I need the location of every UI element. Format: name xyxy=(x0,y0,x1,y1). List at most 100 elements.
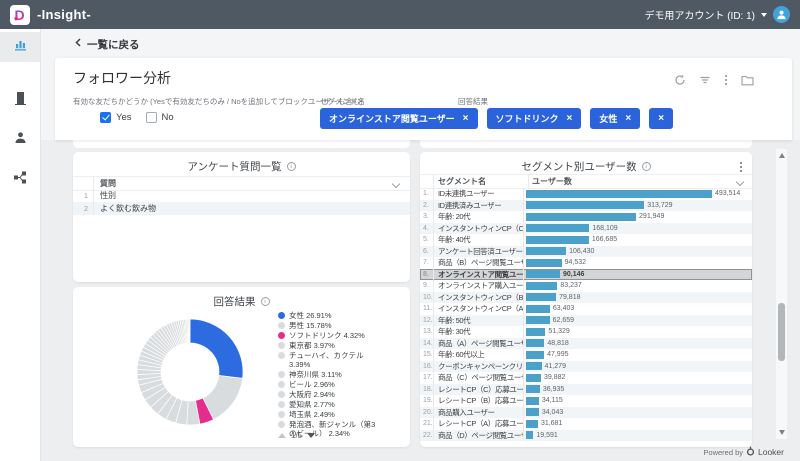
bar[interactable] xyxy=(526,304,550,313)
scroll-down-icon[interactable] xyxy=(778,430,785,435)
bar[interactable] xyxy=(526,235,589,244)
page-up-icon[interactable] xyxy=(278,433,286,438)
bar[interactable] xyxy=(526,373,542,382)
filter-chip[interactable]: ソフトドリンク × xyxy=(486,108,582,129)
question-row[interactable]: 2 よく飲む飲み物 xyxy=(73,202,410,215)
filter-chip[interactable]: × xyxy=(649,108,674,129)
legend-item[interactable]: 愛知県 2.77% xyxy=(278,400,378,409)
segment-row[interactable]: 15. 年齢: 60代以上 47,995 xyxy=(420,349,752,361)
filter-chip[interactable]: オンラインストア閲覧ユーザー × xyxy=(320,108,478,129)
more-options-icon[interactable] xyxy=(724,74,728,86)
segment-row[interactable]: 14.商品（A）ページ閲覧ユーザー 48,818 xyxy=(420,337,752,349)
segment-row[interactable]: 10.インスタントウィンCP（B）参加ユーザー 79,818 xyxy=(420,291,752,303)
bar[interactable] xyxy=(526,281,558,290)
segment-row[interactable]: 6. アンケート回答済ユーザー 106,430 xyxy=(420,245,752,257)
bar[interactable] xyxy=(526,408,539,417)
segment-row[interactable]: 1. ID未連携ユーザー 493,514 xyxy=(420,188,752,200)
segment-table-body: 1. ID未連携ユーザー 493,514 2. ID連携済みユーザー 313,729 3. 年… xyxy=(420,188,752,441)
bar[interactable] xyxy=(526,327,546,336)
segment-row[interactable]: 11.インスタントウィンCP（A）参加ユーザー 63,403 xyxy=(420,303,752,315)
no-checkbox[interactable] xyxy=(145,112,157,123)
bar[interactable] xyxy=(526,339,545,348)
legend-item[interactable]: 神奈川県 3.11% xyxy=(278,370,378,379)
segment-row[interactable]: 16.クーポンキャンペーンクリックユーザー 41,279 xyxy=(420,360,752,372)
segment-row[interactable]: 5. 年齢: 40代 166,685 xyxy=(420,234,752,246)
segment-row[interactable]: 22.商品（D）ページ閲覧ユーザー 19,591 xyxy=(420,429,752,441)
chip-close-icon[interactable]: × xyxy=(625,113,631,124)
sidebar-item-segments[interactable] xyxy=(0,165,40,195)
folder-icon[interactable] xyxy=(741,75,754,86)
sidebar-item-analytics[interactable] xyxy=(0,32,40,62)
vertical-scrollbar[interactable] xyxy=(775,148,788,440)
filter-chip[interactable]: 女性 × xyxy=(590,108,641,129)
bar[interactable] xyxy=(526,189,712,198)
chip-close-icon[interactable]: × xyxy=(658,113,664,124)
yes-checkbox[interactable] xyxy=(100,112,111,123)
bar[interactable] xyxy=(526,293,557,302)
segment-row[interactable]: 3. 年齢: 20代 291,949 xyxy=(420,211,752,223)
segment-row[interactable]: 4. インスタントウィンCP（C）参加ユーザー 168,109 xyxy=(420,222,752,234)
legend-item[interactable]: 大阪府 2.94% xyxy=(278,390,378,399)
bar[interactable] xyxy=(526,396,539,405)
bar[interactable] xyxy=(526,316,550,325)
bar[interactable] xyxy=(526,270,560,279)
segment-row[interactable]: 18.レシートCP（C）応募ユーザー 36,935 xyxy=(420,383,752,395)
segment-row[interactable]: 2. ID連携済みユーザー 313,729 xyxy=(420,199,752,211)
segment-name: レシートCP（C）応募ユーザー xyxy=(433,383,523,395)
sidebar-item-company[interactable] xyxy=(0,85,40,115)
segment-row[interactable]: 9. オンラインストア購入ユーザー 83,237 xyxy=(420,280,752,292)
info-icon[interactable] xyxy=(260,297,270,306)
question-row[interactable]: 1 性別 xyxy=(73,189,410,202)
donut-slice[interactable] xyxy=(188,318,191,344)
back-link[interactable]: 一覧に戻る xyxy=(40,29,800,59)
segment-row[interactable]: 20. 商品購入ユーザー 34,043 xyxy=(420,406,752,418)
bar-cell: 51,329 xyxy=(523,326,752,338)
bar[interactable] xyxy=(526,258,562,267)
legend-item[interactable]: ビール 2.96% xyxy=(278,380,378,389)
chip-close-icon[interactable]: × xyxy=(463,113,469,124)
page-down-icon[interactable] xyxy=(307,433,316,438)
powered-by-looker[interactable]: Powered by Looker xyxy=(703,446,784,458)
segment-row[interactable]: 7. 商品（B）ページ閲覧ユーザー 94,532 xyxy=(420,257,752,269)
scrollbar-thumb[interactable] xyxy=(778,303,785,361)
info-icon[interactable] xyxy=(286,162,296,171)
filter-icon[interactable] xyxy=(699,74,711,86)
bar[interactable] xyxy=(526,212,637,221)
donut-slice[interactable] xyxy=(189,318,244,379)
legend-item[interactable]: 男性 15.78% xyxy=(278,321,378,330)
bar[interactable] xyxy=(526,362,542,371)
segment-row[interactable]: 17.商品（C）ページ閲覧ユーザー 39,882 xyxy=(420,372,752,384)
bar[interactable] xyxy=(526,224,590,233)
segment-row[interactable]: 13. 年齢: 30代 51,329 xyxy=(420,326,752,338)
info-icon[interactable] xyxy=(641,162,651,171)
bar-value: 51,329 xyxy=(548,328,570,336)
sidebar-item-users[interactable] xyxy=(0,125,40,155)
legend-item[interactable]: チューハイ、カクテル 3.39% xyxy=(278,351,378,369)
bar[interactable] xyxy=(526,431,534,440)
bar[interactable] xyxy=(526,385,540,394)
scroll-up-icon[interactable] xyxy=(778,153,785,158)
row-number: 3. xyxy=(423,213,429,221)
bar[interactable] xyxy=(526,247,567,256)
chip-close-icon[interactable]: × xyxy=(567,113,573,124)
bar-value: 291,949 xyxy=(639,213,665,221)
bar[interactable] xyxy=(526,350,545,359)
legend-item[interactable]: 東京都 3.97% xyxy=(278,341,378,350)
row-number: 1. xyxy=(423,190,429,198)
segment-row[interactable]: 21.レシートCP（A）応募ユーザー 31,681 xyxy=(420,418,752,430)
answer-filter-label: 回答結果 xyxy=(458,97,488,106)
account-menu[interactable]: デモ用アカウント (ID: 1) xyxy=(644,6,790,23)
segment-row[interactable]: 8. オンラインストア閲覧ユーザー 90,146 xyxy=(420,268,752,280)
bar[interactable] xyxy=(526,419,538,428)
app-brand[interactable]: D -Insight- xyxy=(10,4,91,25)
legend-item[interactable]: 女性 26.91% xyxy=(278,311,378,320)
bar-value: 62,659 xyxy=(552,316,575,324)
bar[interactable] xyxy=(526,201,645,210)
segment-row[interactable]: 12. 年齢: 50代 62,659 xyxy=(420,314,752,326)
donut-legend: 女性 26.91% 男性 15.78% ソフトドリンク 4.32% 東京都 3.97%… xyxy=(278,311,378,439)
legend-dot xyxy=(278,312,285,319)
legend-item[interactable]: ソフトドリンク 4.32% xyxy=(278,331,378,340)
legend-item[interactable]: 埼玉県 2.49% xyxy=(278,410,378,419)
segment-row[interactable]: 19.レシートCP（B）応募ユーザー 34,115 xyxy=(420,395,752,407)
refresh-icon[interactable] xyxy=(674,74,686,86)
